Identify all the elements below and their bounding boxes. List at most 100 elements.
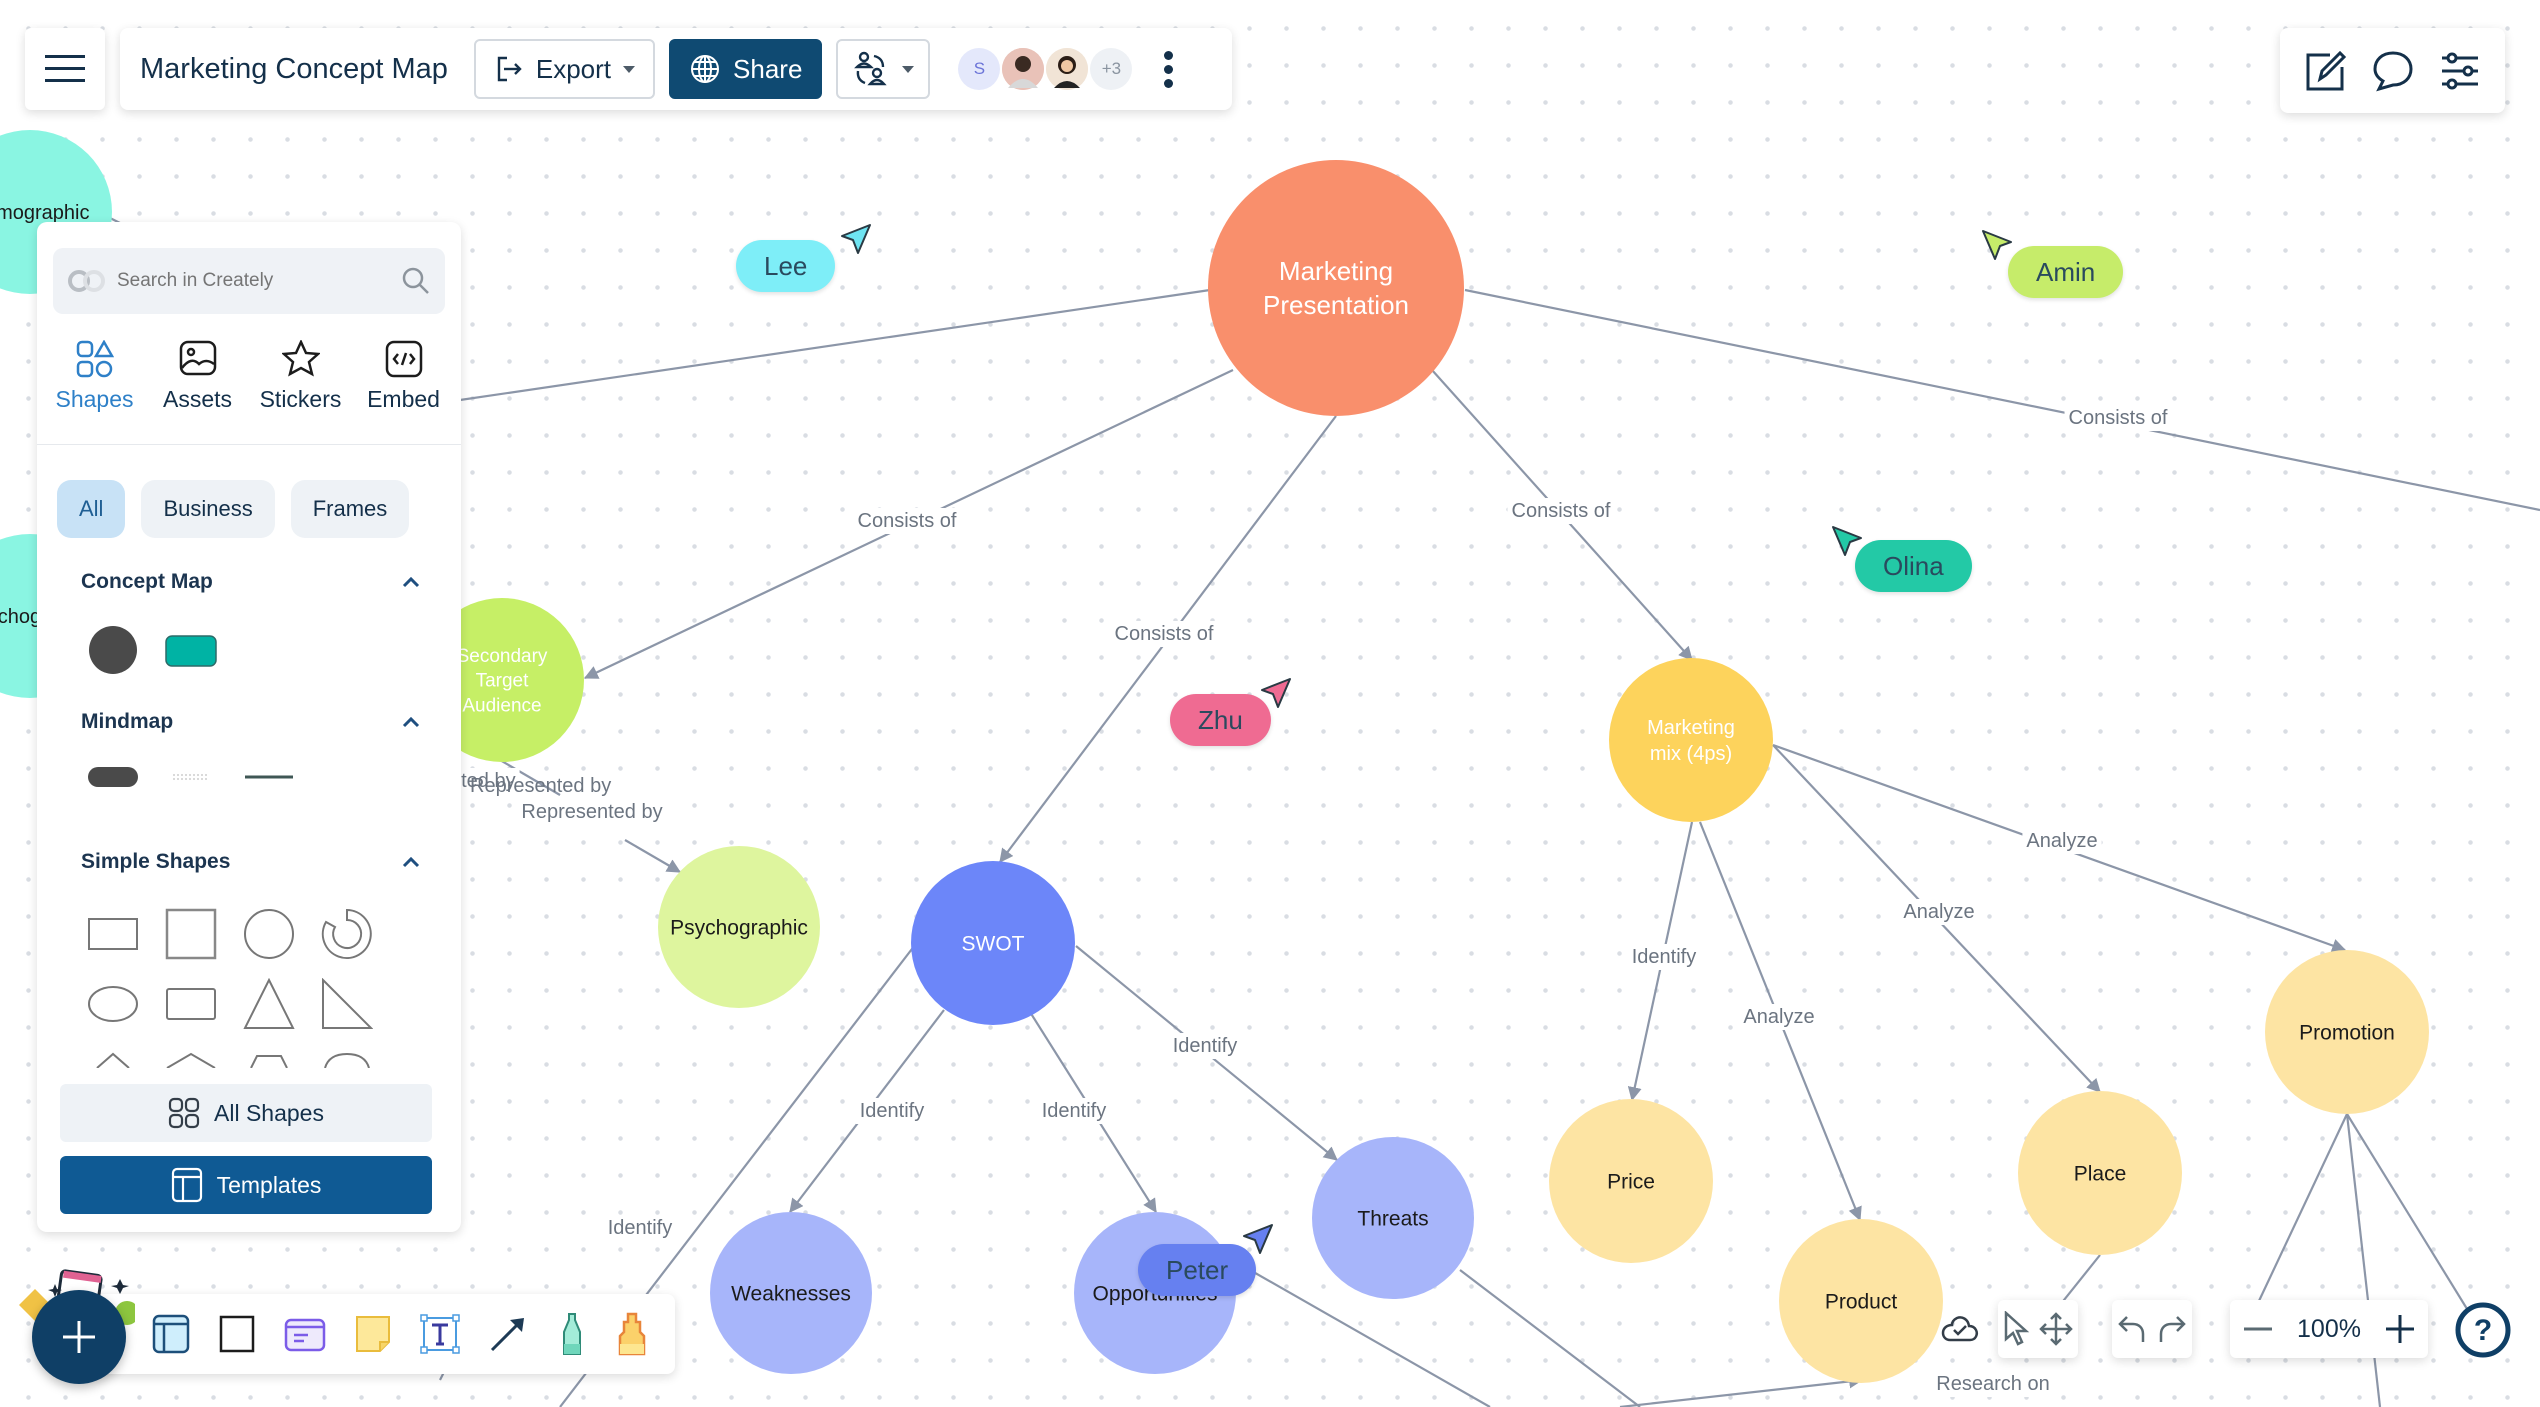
rectangle-tool-icon[interactable] [218, 1314, 256, 1354]
tab-stickers[interactable]: Stickers [251, 340, 351, 413]
card-tool-icon[interactable] [284, 1314, 326, 1354]
document-title[interactable]: Marketing Concept Map [140, 53, 448, 86]
edge-label[interactable]: Represented by [470, 775, 611, 797]
all-shapes-button[interactable]: All Shapes [60, 1084, 432, 1142]
frame-tool-icon[interactable] [152, 1314, 190, 1354]
more-collaborators-badge[interactable]: +3 [1090, 48, 1133, 90]
concept-node-swot[interactable]: SWOT [911, 861, 1075, 1025]
tab-shapes[interactable]: Shapes [45, 340, 145, 413]
dotted-text-shape[interactable] [165, 762, 217, 792]
connector-edge[interactable] [2249, 1113, 2348, 1321]
search-box[interactable] [53, 248, 445, 314]
collaborator-avatars[interactable]: S +3 [958, 48, 1134, 90]
chevron-up-icon[interactable] [401, 715, 421, 729]
donut-shape[interactable] [321, 908, 373, 960]
connector-arrow-tool-icon[interactable] [488, 1314, 528, 1354]
triangle-shape[interactable] [243, 978, 295, 1030]
avatar[interactable] [1002, 48, 1045, 90]
rectangle-shape[interactable] [87, 908, 139, 960]
edge-label[interactable]: Research on [1936, 1373, 2049, 1395]
rounded-rectangle-shape[interactable] [165, 978, 217, 1030]
concept-node-weaknesses[interactable]: Weaknesses [710, 1212, 872, 1374]
share-button[interactable]: Share [669, 39, 823, 99]
rounded-rect-node-shape[interactable] [165, 624, 217, 676]
undo-icon[interactable] [2117, 1313, 2147, 1345]
edge-label[interactable]: Identify [1042, 1100, 1106, 1122]
edge-label[interactable]: Identify [608, 1217, 672, 1239]
comment-icon[interactable] [2371, 49, 2415, 93]
edge-label[interactable]: Identify [1632, 946, 1696, 968]
connector-edge[interactable] [624, 839, 682, 873]
text-tool-icon[interactable] [420, 1314, 460, 1354]
avatar[interactable] [1046, 48, 1089, 90]
help-icon[interactable]: ? [2455, 1302, 2511, 1358]
connector-edge[interactable] [1619, 1374, 1864, 1407]
edge-label[interactable]: Consists of [858, 510, 957, 532]
roof-shape[interactable] [165, 1048, 217, 1068]
highlighter-tool-icon[interactable] [616, 1312, 648, 1356]
edit-icon[interactable] [2304, 49, 2348, 93]
section-mindmap[interactable]: Mindmap [81, 710, 421, 734]
node-shape[interactable] [1609, 658, 1773, 822]
search-input[interactable] [117, 270, 401, 292]
connector-edge[interactable] [459, 288, 1211, 402]
concept-node-price[interactable]: Price [1549, 1099, 1713, 1263]
settings-sliders-icon[interactable] [2438, 49, 2482, 93]
pill-node-shape[interactable] [87, 762, 139, 792]
trapezoid-shape[interactable] [243, 1048, 295, 1068]
pan-tool-icon[interactable] [2038, 1311, 2074, 1347]
section-concept-map[interactable]: Concept Map [81, 570, 421, 594]
add-button[interactable] [32, 1290, 126, 1384]
zoom-out-icon[interactable] [2242, 1313, 2274, 1345]
edge-label[interactable]: Analyze [1903, 901, 1974, 923]
edge-label[interactable]: Consists of [1512, 500, 1611, 522]
edge-label[interactable]: Analyze [1743, 1006, 1814, 1028]
section-simple-shapes[interactable]: Simple Shapes [81, 850, 421, 874]
concept-node-root[interactable]: Marketing Presentation [1208, 160, 1464, 416]
redo-icon[interactable] [2157, 1313, 2187, 1345]
circle-node-shape[interactable] [87, 624, 139, 676]
chevron-shape[interactable] [87, 1048, 139, 1068]
edge-label[interactable]: Represented by [521, 801, 662, 823]
circle-shape[interactable] [243, 908, 295, 960]
tab-embed[interactable]: Embed [354, 340, 454, 413]
right-triangle-shape[interactable] [321, 978, 373, 1030]
ellipse-shape[interactable] [87, 978, 139, 1030]
edge-label[interactable]: Analyze [2026, 830, 2097, 852]
concept-node-psychographic[interactable]: Psychographic [658, 846, 820, 1008]
avatar[interactable]: S [958, 48, 1001, 90]
chip-business[interactable]: Business [141, 480, 275, 538]
concept-node-product[interactable]: Product [1779, 1219, 1943, 1383]
export-button[interactable]: Export [473, 39, 656, 99]
chevron-up-icon[interactable] [401, 855, 421, 869]
zoom-level[interactable]: 100% [2297, 1315, 2361, 1344]
edge-label[interactable]: Consists of [1115, 623, 1214, 645]
main-menu-button[interactable] [25, 28, 105, 110]
concept-node-place[interactable]: Place [2018, 1091, 2182, 1255]
more-options-icon[interactable] [1164, 50, 1174, 88]
connector-edge[interactable] [1464, 288, 2540, 512]
chevron-up-icon[interactable] [401, 575, 421, 589]
sticky-note-tool-icon[interactable] [354, 1314, 392, 1354]
concept-node-promotion[interactable]: Promotion [2265, 950, 2429, 1114]
concept-node-mix[interactable]: Marketing mix (4ps) [1609, 658, 1773, 822]
edge-label[interactable]: Identify [860, 1100, 924, 1122]
line-connector-shape[interactable] [243, 762, 295, 792]
templates-button[interactable]: Templates [60, 1156, 432, 1214]
search-icon[interactable] [401, 266, 431, 296]
edge-label[interactable]: Identify [1173, 1035, 1237, 1057]
shapes-icon [76, 340, 114, 378]
concept-node-threats[interactable]: Threats [1312, 1137, 1474, 1299]
square-shape[interactable] [165, 908, 217, 960]
pen-tool-icon[interactable] [556, 1312, 588, 1356]
tab-assets[interactable]: Assets [148, 340, 248, 413]
node-shape[interactable] [1208, 160, 1464, 416]
chip-all[interactable]: All [57, 480, 126, 538]
collaboration-mode-button[interactable] [836, 39, 931, 99]
pointer-tool-icon[interactable] [2002, 1311, 2030, 1347]
zoom-in-icon[interactable] [2384, 1313, 2416, 1345]
chip-frames[interactable]: Frames [290, 480, 410, 538]
connector-edge[interactable] [1459, 1269, 1641, 1407]
edge-label[interactable]: Consists of [2069, 407, 2168, 429]
arc-shape[interactable] [321, 1048, 373, 1068]
